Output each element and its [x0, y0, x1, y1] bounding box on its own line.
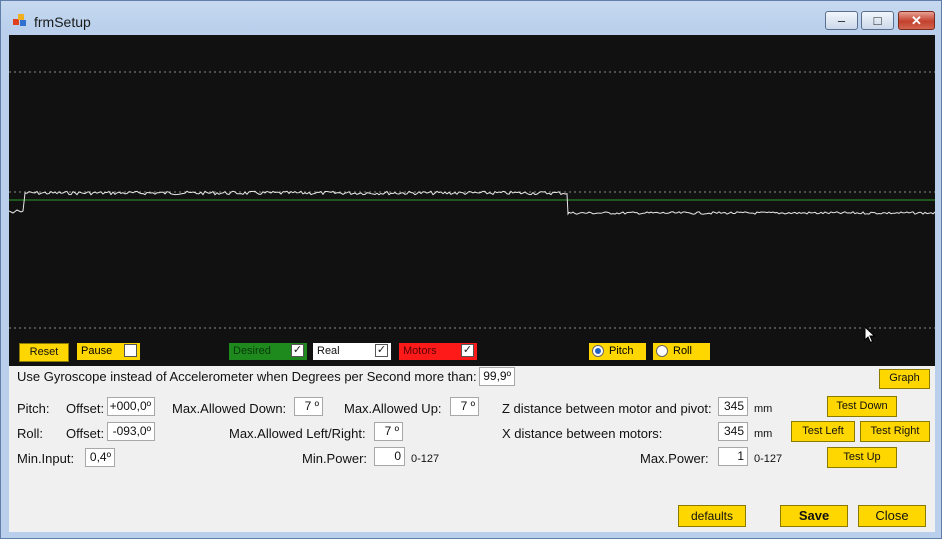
min-input-field[interactable]: 0,4º — [85, 448, 115, 467]
close-button[interactable]: Close — [858, 505, 926, 527]
max-power-range-label: 0-127 — [754, 453, 783, 465]
window-title: frmSetup — [34, 14, 91, 30]
pitch-radio-icon — [592, 345, 604, 357]
desired-checkbox[interactable]: Desired ✓ — [229, 343, 307, 360]
gyro-threshold-field[interactable]: 99,9º — [479, 367, 515, 386]
max-allowed-up-label: Max.Allowed Up: — [344, 401, 442, 416]
roll-radio-icon — [656, 345, 668, 357]
gyro-threshold-label: Use Gyroscope instead of Accelerometer w… — [17, 369, 477, 384]
footer-bar: defaults Save Close — [9, 497, 935, 532]
max-allowed-down-field[interactable]: 7 º — [294, 397, 323, 416]
app-icon — [13, 14, 26, 26]
minimize-button[interactable]: – — [825, 11, 858, 30]
graph-button[interactable]: Graph — [879, 369, 930, 389]
min-power-range-label: 0-127 — [411, 453, 440, 465]
test-up-button[interactable]: Test Up — [827, 447, 897, 468]
z-unit-label: mm — [754, 403, 773, 415]
pause-checkbox[interactable]: Pause — [77, 343, 140, 360]
minimize-icon: – — [837, 13, 846, 28]
graph-real-trace — [9, 190, 935, 216]
max-power-label: Max.Power: — [640, 451, 709, 466]
save-button[interactable]: Save — [780, 505, 848, 527]
motors-label: Motors — [403, 345, 437, 357]
graph-panel: Reset Pause Desired ✓ Real ✓ Motors ✓ Pi… — [9, 35, 935, 366]
roll-label: Roll: — [17, 426, 44, 441]
max-power-field[interactable]: 1 — [718, 447, 748, 466]
motors-checkbox[interactable]: Motors ✓ — [399, 343, 477, 360]
reset-button[interactable]: Reset — [19, 343, 69, 362]
test-right-button[interactable]: Test Right — [860, 421, 930, 442]
pitch-label: Pitch: — [17, 401, 50, 416]
desired-label: Desired — [233, 345, 271, 357]
real-label: Real — [317, 345, 340, 357]
real-checkbox[interactable]: Real ✓ — [313, 343, 391, 360]
close-icon: ✕ — [911, 13, 922, 28]
maximize-icon: □ — [873, 13, 882, 28]
title-bar[interactable]: frmSetup – □ ✕ — [1, 1, 943, 35]
test-left-button[interactable]: Test Left — [791, 421, 855, 442]
pitch-offset-label: Offset: — [66, 401, 105, 416]
roll-radio-label: Roll — [673, 345, 692, 357]
test-down-button[interactable]: Test Down — [827, 396, 897, 417]
min-power-label: Min.Power: — [302, 451, 368, 466]
roll-offset-label: Offset: — [66, 426, 105, 441]
z-distance-field[interactable]: 345 — [718, 397, 748, 416]
pitch-radio[interactable]: Pitch — [589, 343, 646, 360]
x-distance-field[interactable]: 345 — [718, 422, 748, 441]
max-allowed-up-field[interactable]: 7 º — [450, 397, 479, 416]
max-allowed-lr-field[interactable]: 7 º — [374, 422, 403, 441]
defaults-button[interactable]: defaults — [678, 505, 746, 527]
client-area: Reset Pause Desired ✓ Real ✓ Motors ✓ Pi… — [9, 35, 935, 532]
x-distance-label: X distance between motors: — [502, 426, 663, 441]
min-power-field[interactable]: 0 — [374, 447, 405, 466]
close-window-button[interactable]: ✕ — [898, 11, 935, 30]
z-distance-label: Z distance between motor and pivot: — [502, 401, 712, 416]
x-unit-label: mm — [754, 428, 773, 440]
desired-check-icon: ✓ — [291, 344, 304, 357]
pause-label: Pause — [81, 345, 113, 357]
max-allowed-down-label: Max.Allowed Down: — [172, 401, 287, 416]
pitch-offset-field[interactable]: +000,0º — [107, 397, 155, 416]
motors-check-icon: ✓ — [461, 344, 474, 357]
pause-check-icon — [124, 344, 137, 357]
min-input-label: Min.Input: — [17, 451, 75, 466]
max-allowed-lr-label: Max.Allowed Left/Right: — [229, 426, 366, 441]
graph-canvas — [9, 71, 935, 329]
real-check-icon: ✓ — [375, 344, 388, 357]
roll-radio[interactable]: Roll — [653, 343, 710, 360]
maximize-button[interactable]: □ — [861, 11, 894, 30]
pitch-radio-label: Pitch — [609, 345, 634, 357]
roll-offset-field[interactable]: -093,0º — [107, 422, 155, 441]
mouse-cursor-icon — [864, 326, 876, 344]
setup-window: frmSetup – □ ✕ Reset Pause Desired ✓ Rea… — [0, 0, 942, 539]
